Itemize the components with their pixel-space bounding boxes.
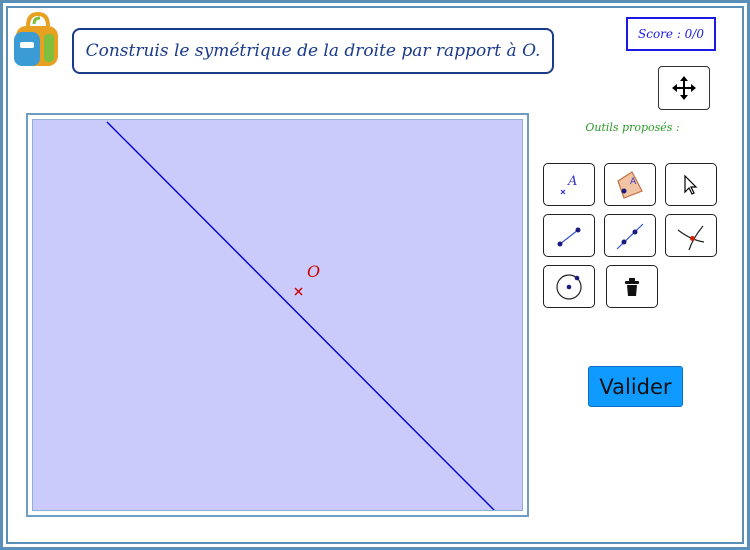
point-o-cross[interactable] xyxy=(294,287,303,296)
validate-button[interactable]: Valider xyxy=(588,366,683,407)
intersection-icon xyxy=(677,225,705,250)
svg-text:A: A xyxy=(630,177,637,187)
score-box: Score : 0/0 xyxy=(626,17,716,51)
move-arrows-icon xyxy=(672,76,696,100)
move-graphics-view-button[interactable] xyxy=(658,66,710,110)
tool-circle-button[interactable] xyxy=(543,265,595,308)
tools-label: Outils proposés : xyxy=(585,121,680,134)
point-icon: A xyxy=(560,174,577,194)
score-text: Score : 0/0 xyxy=(638,27,704,41)
geometry-canvas-frame: O xyxy=(26,113,529,517)
point-on-object-icon: A xyxy=(617,170,643,199)
geometry-canvas[interactable]: O xyxy=(32,119,523,511)
svg-text:A: A xyxy=(567,174,577,189)
backpack-logo-icon xyxy=(14,12,58,66)
line-icon xyxy=(616,223,644,249)
instruction-box: Construis le symétrique de la droite par… xyxy=(72,28,554,74)
tool-delete-button[interactable] xyxy=(606,265,658,308)
tool-line-button[interactable] xyxy=(604,214,656,257)
given-line[interactable] xyxy=(106,121,496,511)
segment-icon xyxy=(557,227,581,246)
circle-icon xyxy=(556,273,582,300)
point-o-label: O xyxy=(307,262,320,281)
tool-segment-button[interactable] xyxy=(543,214,595,257)
instruction-text: Construis le symétrique de la droite par… xyxy=(85,41,541,61)
trash-icon xyxy=(625,277,639,296)
canvas-drawing: O xyxy=(106,121,496,511)
tool-point-on-object-button[interactable]: A xyxy=(604,163,656,206)
tool-intersection-button[interactable] xyxy=(665,214,717,257)
cursor-arrow-icon xyxy=(684,174,698,195)
tool-move-button[interactable] xyxy=(665,163,717,206)
tool-point-button[interactable]: A xyxy=(543,163,595,206)
